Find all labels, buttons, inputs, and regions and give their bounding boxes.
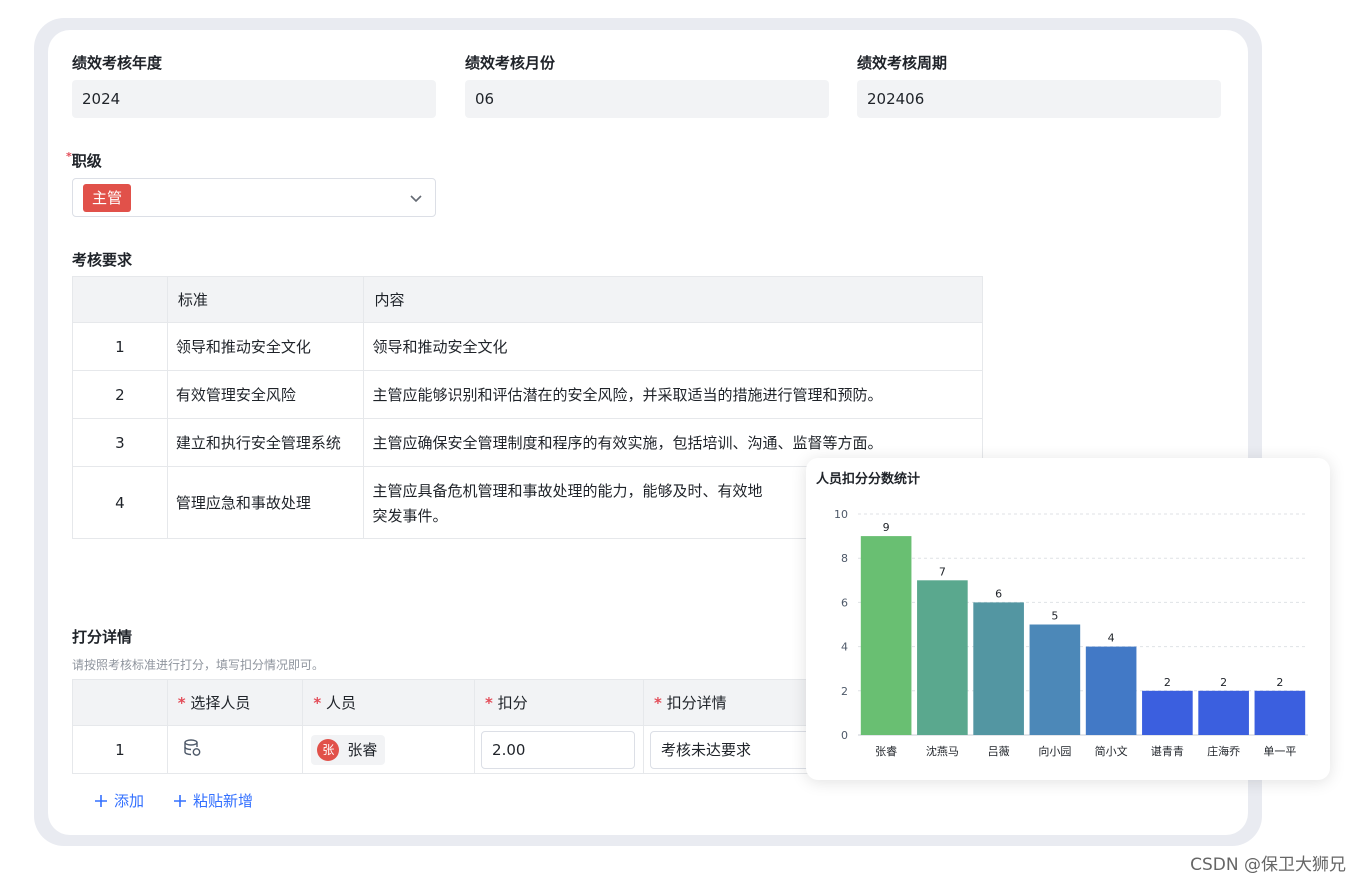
bar-value-label: 4 — [1108, 632, 1115, 645]
row-standard: 管理应急和事故处理 — [166, 466, 365, 539]
year-field: 2024 — [72, 80, 436, 118]
row-index: 1 — [72, 725, 168, 774]
level-label-text: 职级 — [71, 152, 102, 170]
chevron-down-icon — [410, 195, 422, 203]
row-standard: 领导和推动安全文化 — [166, 322, 365, 371]
score-input[interactable]: 2.00 — [481, 730, 636, 769]
x-tick-label: 吕薇 — [988, 745, 1010, 758]
person-cell: 张 张睿 — [302, 725, 476, 774]
y-tick-label: 0 — [841, 729, 848, 742]
row-index: 2 — [72, 370, 168, 419]
scoring-title: 打分详情 — [72, 628, 133, 646]
score-cell: 2.00 — [474, 725, 645, 774]
y-tick-label: 8 — [841, 552, 848, 565]
scoring-header-row: * 选择人员 * 人员 * 扣分 * 扣分详情 — [72, 679, 872, 726]
paste-add-button[interactable]: 粘贴新增 — [173, 790, 253, 811]
bar-value-label: 2 — [1276, 676, 1283, 689]
col-header-select-person: * 选择人员 — [166, 679, 304, 726]
year-label: 绩效考核年度 — [72, 54, 163, 72]
bar-value-label: 6 — [995, 587, 1002, 600]
period-label: 绩效考核周期 — [857, 54, 948, 72]
col-header-index — [72, 276, 168, 323]
requirements-title: 考核要求 — [72, 251, 133, 269]
person-name: 张睿 — [347, 741, 378, 759]
bar — [917, 580, 968, 735]
row-index: 1 — [72, 322, 168, 371]
scoring-table: * 选择人员 * 人员 * 扣分 * 扣分详情 1 张 张睿 2.00 考核未达… — [72, 679, 872, 774]
x-tick-label: 简小文 — [1095, 744, 1128, 758]
bar — [860, 536, 912, 735]
level-select[interactable]: 主管 — [72, 178, 436, 217]
level-tag: 主管 — [83, 184, 132, 212]
row-index: 4 — [72, 466, 168, 539]
watermark: CSDN @保卫大狮兄 — [1190, 855, 1346, 875]
y-tick-label: 4 — [841, 641, 848, 654]
paste-add-label: 粘贴新增 — [193, 792, 254, 810]
x-tick-label: 向小园 — [1038, 744, 1071, 758]
row-index: 3 — [72, 418, 168, 467]
bar-value-label: 7 — [939, 565, 946, 578]
bar — [1198, 690, 1249, 735]
person-chip[interactable]: 张 张睿 — [311, 734, 386, 765]
level-label: *职级 — [66, 150, 102, 171]
row-content: 主管应能够识别和评估潜在的安全风险，并采取适当的措施进行管理和预防。 — [363, 370, 983, 419]
bar-value-label: 2 — [1220, 676, 1227, 689]
table-row: 1 张 张睿 2.00 考核未达要求 — [72, 725, 872, 774]
bar — [973, 602, 1024, 735]
plus-icon — [174, 794, 186, 807]
chart-card: 人员扣分分数统计 0 2 4 6 8 10 9 张睿 7 沈燕马 6 吕薇 5 向小园 4 简小文 2 谌青青 2 庄… — [806, 458, 1330, 780]
x-tick-label: 张睿 — [875, 744, 897, 758]
select-person-cell — [166, 725, 304, 774]
bar — [1142, 690, 1193, 735]
requirements-header-row: 标准 内容 — [72, 276, 983, 323]
month-label: 绩效考核月份 — [465, 54, 556, 72]
row-standard: 建立和执行安全管理系统 — [166, 418, 365, 467]
bar — [1085, 646, 1137, 735]
y-tick-label: 6 — [841, 596, 848, 609]
x-tick-label: 谌青青 — [1151, 745, 1184, 758]
period-field: 202406 — [857, 80, 1221, 118]
col-header-person: * 人员 — [302, 679, 476, 726]
add-button[interactable]: 添加 — [94, 790, 144, 811]
col-header-score: * 扣分 — [474, 679, 645, 726]
y-tick-label: 2 — [841, 685, 848, 698]
month-field: 06 — [465, 80, 829, 118]
row-standard: 有效管理安全风险 — [166, 370, 365, 419]
col-header-index — [72, 679, 168, 726]
y-tick-label: 10 — [834, 508, 848, 521]
table-row: 1 领导和推动安全文化 领导和推动安全文化 — [72, 322, 983, 371]
bar-value-label: 2 — [1164, 676, 1171, 689]
database-icon[interactable] — [182, 738, 202, 758]
scoring-help-text: 请按照考核标准进行打分，填写扣分情况即可。 — [72, 658, 325, 672]
bar-value-label: 9 — [883, 521, 890, 534]
bar — [1254, 690, 1306, 735]
add-label: 添加 — [114, 792, 145, 810]
avatar: 张 — [317, 738, 340, 761]
bar — [1029, 624, 1081, 735]
table-row: 2 有效管理安全风险 主管应能够识别和评估潜在的安全风险，并采取适当的措施进行管… — [72, 370, 983, 419]
col-header-content: 内容 — [363, 276, 983, 323]
x-tick-label: 沈燕马 — [926, 744, 959, 758]
plus-icon — [95, 794, 107, 807]
x-tick-label: 庄海乔 — [1207, 744, 1240, 758]
bar-chart: 0 2 4 6 8 10 9 张睿 7 沈燕马 6 吕薇 5 向小园 4 简小文 2 谌青青 2 庄海乔 2 单一平 — [834, 508, 1308, 758]
x-tick-label: 单一平 — [1263, 745, 1296, 758]
col-header-standard: 标准 — [166, 276, 365, 323]
bar-value-label: 5 — [1051, 610, 1058, 623]
row-content: 领导和推动安全文化 — [363, 322, 983, 371]
